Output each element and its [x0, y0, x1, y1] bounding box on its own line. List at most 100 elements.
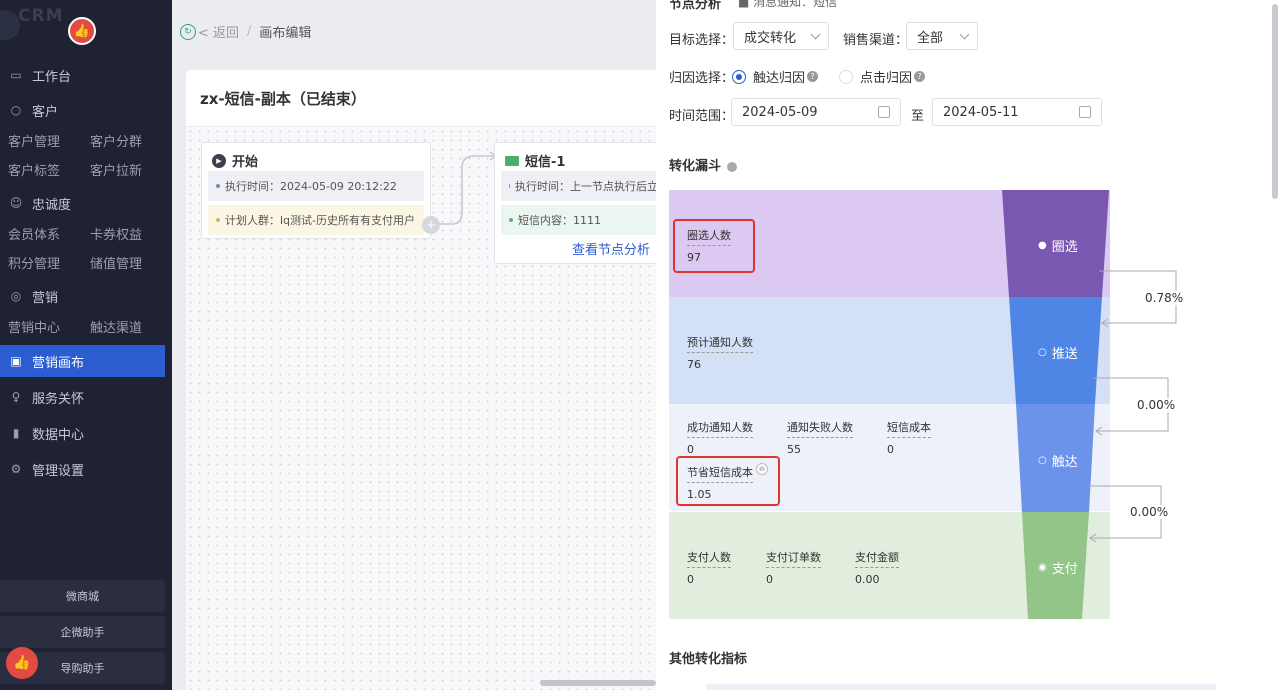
target-icon: ◎	[10, 289, 22, 303]
bar-chart-icon: ▮	[12, 426, 20, 440]
chevron-down-icon	[959, 29, 970, 40]
user-icon: ○	[10, 103, 22, 117]
play-icon: ▶	[212, 153, 226, 168]
sidebar-item-points-manage[interactable]: 积分管理	[8, 253, 60, 272]
sidebar-item-customer-segment[interactable]: 客户分群	[90, 131, 142, 150]
start-node-crowd: 计划人群：lq测试-历史所有有支付用户	[208, 205, 424, 235]
like-float-icon[interactable]: 👍	[6, 647, 38, 679]
add-node-icon[interactable]: +	[422, 216, 440, 234]
view-node-analysis-link[interactable]: 查看节点分析	[572, 239, 650, 258]
help-icon[interactable]: ?	[914, 71, 926, 82]
breadcrumb: ↻ < 返回 / 画布编辑	[180, 22, 311, 41]
sidebar-item-marketing-canvas[interactable]: ▣ 营销画布	[0, 345, 165, 377]
rate-circle-to-push: 0.78%	[1143, 291, 1186, 305]
wecom-assistant-button[interactable]: 企微助手	[0, 616, 165, 648]
sidebar-item-settings[interactable]: ⚙ 管理设置	[8, 458, 84, 480]
attribution-label: 归因选择：	[669, 71, 735, 86]
sidebar-item-member-system[interactable]: 会员体系	[8, 224, 60, 243]
stage-label-circle: ● 圈选	[1038, 240, 1078, 255]
sidebar-group-loyalty: ☺ 忠诚度	[9, 196, 72, 213]
breadcrumb-separator: /	[247, 24, 252, 39]
canvas-board: zx-短信-副本（已结束） ▶ 开始 执行时间：2024-05-09 20:12…	[186, 70, 664, 690]
sidebar-item-service-care[interactable]: ♀ 服务关怀	[8, 386, 84, 408]
node-analysis-panel: 节点分析 ■ 消息通知：短信 目标选择： 成交转化 销售渠道： 全部 归因选择：…	[656, 0, 1280, 690]
metric-pay-amount: 支付金额 0.00	[855, 551, 899, 586]
sidebar-item-stored-value[interactable]: 储值管理	[90, 253, 142, 272]
node-connector	[432, 151, 498, 225]
message-icon: ■	[738, 0, 750, 9]
highlight-box	[673, 219, 755, 273]
metric-sms-cost: 短信成本 0	[887, 421, 931, 456]
stage-label-reach: ○ 触达	[1038, 455, 1078, 470]
sms-node-content: 短信内容：1111	[501, 205, 658, 235]
sidebar-item-customer-tag[interactable]: 客户标签	[8, 160, 60, 179]
other-metrics-table	[706, 684, 1216, 690]
logo-shape	[0, 10, 20, 40]
funnel-title: 转化漏斗	[669, 155, 738, 174]
highlight-box	[676, 456, 780, 506]
info-icon[interactable]	[727, 161, 738, 172]
thumbs-up-icon[interactable]: 👍	[68, 17, 96, 45]
time-range-label: 时间范围：	[669, 109, 735, 124]
metric-expected-notify: 预计通知人数 76	[687, 336, 753, 371]
date-from-input[interactable]: 2024-05-09	[731, 98, 901, 126]
back-link[interactable]: < 返回	[198, 22, 239, 41]
sms-node-title: 短信-1	[525, 155, 566, 170]
sidebar-item-customer-new[interactable]: 客户拉新	[90, 160, 142, 179]
stage-label-push: ○ 推送	[1038, 347, 1078, 362]
sidebar-group-marketing: ◎ 营销	[8, 285, 58, 307]
rate-reach-to-pay: 0.00%	[1128, 505, 1171, 519]
metric-pay-orders: 支付订单数 0	[766, 551, 821, 586]
canvas-area: ↻ < 返回 / 画布编辑 zx-短信-副本（已结束） ▶ 开始 执行时间：20…	[172, 0, 664, 690]
monitor-icon: ▭	[10, 68, 22, 82]
rate-push-to-reach: 0.00%	[1135, 398, 1178, 412]
start-node-title: 开始	[232, 155, 259, 170]
mail-icon	[505, 155, 519, 166]
sms-node-exec-time: 执行时间：上一节点执行后立	[501, 171, 658, 201]
mini-mall-button[interactable]: 微商城	[0, 580, 165, 612]
sidebar-item-coupon-rights[interactable]: 卡券权益	[90, 224, 142, 243]
help-icon[interactable]: ?	[807, 71, 819, 82]
sidebar-item-workbench[interactable]: ▭ 工作台	[8, 64, 71, 86]
radio-reach-attribution[interactable]: 触达归因 ?	[732, 67, 819, 86]
panel-header: 节点分析	[669, 0, 722, 12]
pay-icon: ◉	[1038, 562, 1047, 573]
metric-pay-users: 支付人数 0	[687, 551, 731, 586]
channel-label: 销售渠道：	[843, 33, 909, 48]
radio-click-attribution[interactable]: 点击归因 ?	[839, 67, 926, 86]
canvas-title: zx-短信-副本（已结束）	[200, 90, 366, 108]
sidebar-item-reach-channel[interactable]: 触达渠道	[90, 317, 142, 336]
sidebar-item-marketing-center[interactable]: 营销中心	[8, 317, 60, 336]
breadcrumb-current: 画布编辑	[259, 26, 312, 41]
sms-node[interactable]: 短信-1 执行时间：上一节点执行后立 短信内容：1111 查看节点分析	[494, 142, 664, 264]
horizontal-scrollbar[interactable]	[540, 680, 656, 686]
user-icon: ○	[1038, 347, 1047, 358]
gear-icon: ⚙	[10, 462, 22, 476]
vertical-scrollbar[interactable]	[1272, 4, 1278, 199]
date-range-separator: 至	[911, 109, 925, 124]
bell-icon: ♀	[11, 390, 21, 404]
calendar-icon	[878, 106, 890, 118]
start-node-exec-time: 执行时间：2024-05-09 20:12:22	[208, 171, 424, 201]
metric-notify-success: 成功通知人数 0	[687, 421, 753, 456]
other-metrics-title: 其他转化指标	[669, 652, 748, 667]
notify-type: ■ 消息通知：短信	[738, 0, 837, 10]
user-icon: ○	[1038, 455, 1047, 466]
user-icon: ●	[1038, 240, 1047, 251]
app-logo: CRM	[18, 6, 64, 26]
sidebar-item-customer-manage[interactable]: 客户管理	[8, 131, 60, 150]
refresh-icon[interactable]: ↻	[180, 23, 196, 40]
target-select[interactable]: 成交转化	[733, 22, 829, 50]
channel-select[interactable]: 全部	[906, 22, 978, 50]
target-label: 目标选择：	[669, 33, 735, 48]
chevron-down-icon	[810, 29, 821, 40]
metric-notify-failed: 通知失败人数 55	[787, 421, 853, 456]
start-node[interactable]: ▶ 开始 执行时间：2024-05-09 20:12:22 计划人群：lq测试-…	[201, 142, 431, 239]
sidebar: CRM 👍 ▭ 工作台 ○ 客户 客户管理 客户分群 客户标签 客户拉新 ☺ 忠…	[0, 0, 172, 690]
date-to-input[interactable]: 2024-05-11	[932, 98, 1102, 126]
calendar-icon	[1079, 106, 1091, 118]
sidebar-item-data-center[interactable]: ▮ 数据中心	[8, 422, 84, 444]
sidebar-group-customer: ○ 客户	[8, 99, 58, 121]
canvas-icon: ▣	[10, 354, 22, 368]
stage-label-pay: ◉ 支付	[1038, 562, 1078, 577]
